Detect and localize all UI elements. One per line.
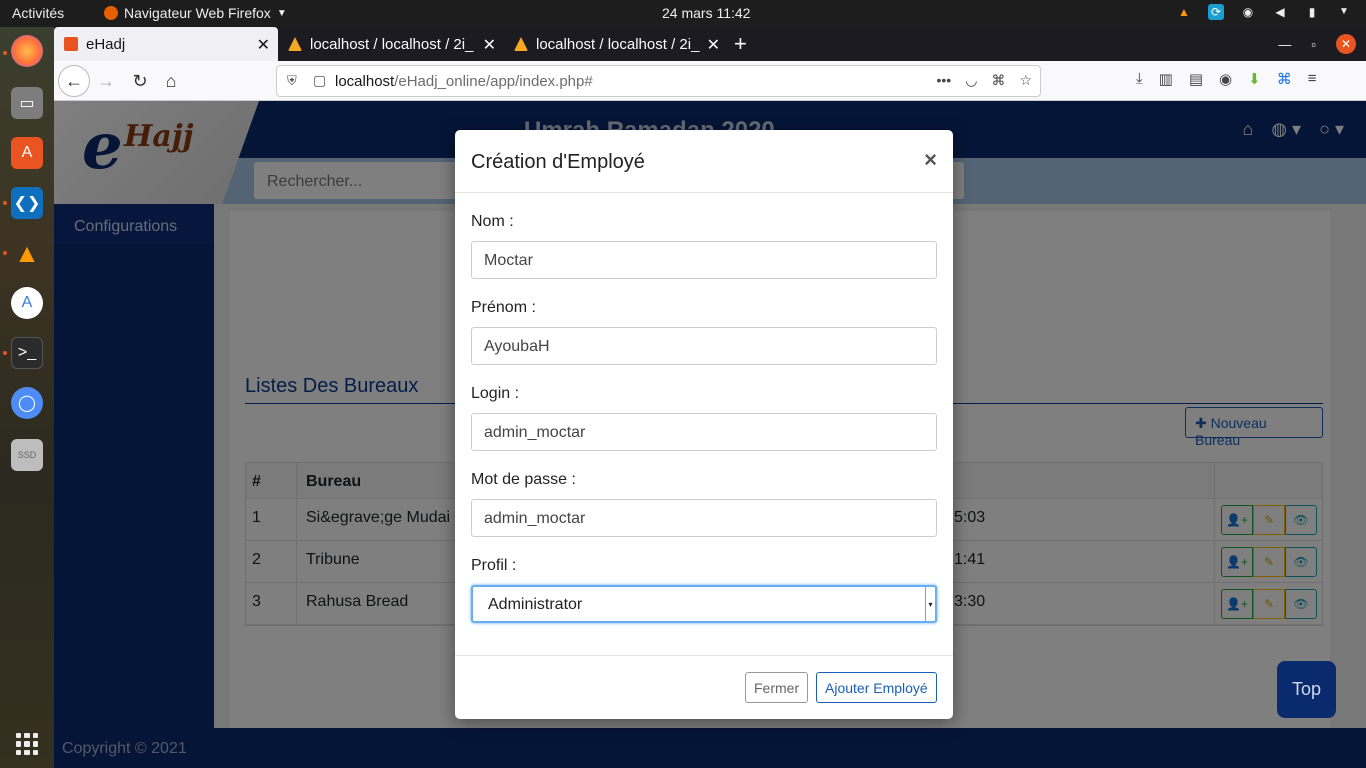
- create-employee-modal: Création d'Employé × Nom : Moctar Prénom…: [455, 130, 953, 719]
- bookmark-star-icon[interactable]: ☆: [1019, 72, 1032, 89]
- window-controls: — ▫ ✕: [1278, 27, 1366, 61]
- firefox-icon: [104, 6, 118, 20]
- forward-arrow-icon[interactable]: →: [92, 67, 120, 95]
- tab-label: localhost / localhost / 2i_: [310, 35, 474, 53]
- chevron-down-icon: ▼: [276, 7, 287, 19]
- home-icon[interactable]: ⌂: [157, 67, 185, 95]
- tab-phpmyadmin-1[interactable]: localhost / localhost / 2i_ ✕: [278, 27, 504, 61]
- android-studio-icon[interactable]: A: [11, 287, 43, 319]
- navigation-toolbar: ← → ↻ ⌂ ⛨ ▢ localhost/eHadj_online/app/i…: [54, 61, 1366, 101]
- scroll-top-button[interactable]: Top: [1277, 661, 1336, 718]
- more-actions-icon[interactable]: •••: [937, 72, 952, 89]
- maximize-icon[interactable]: ▫: [1311, 37, 1316, 52]
- running-indicator: [3, 251, 7, 255]
- close-button[interactable]: Fermer: [745, 672, 808, 703]
- minimize-icon[interactable]: —: [1278, 37, 1291, 52]
- chevron-down-icon[interactable]: ▾: [925, 587, 935, 621]
- library-icon[interactable]: ▥: [1159, 70, 1173, 88]
- volume-icon[interactable]: ◀: [1272, 4, 1288, 20]
- modal-header: Création d'Employé ×: [455, 130, 953, 193]
- system-top-bar: Activités Navigateur Web Firefox ▼ 24 ma…: [0, 0, 1366, 27]
- nom-input[interactable]: Moctar: [471, 241, 937, 279]
- running-indicator: [3, 51, 7, 55]
- software-center-icon[interactable]: A: [11, 137, 43, 169]
- profil-label: Profil :: [471, 557, 517, 574]
- app-menu[interactable]: Navigateur Web Firefox ▼: [104, 5, 287, 21]
- vlc-icon[interactable]: ▲: [11, 237, 43, 269]
- chromium-icon[interactable]: ◯: [11, 387, 43, 419]
- extension-download-icon[interactable]: ⬇: [1248, 70, 1261, 88]
- download-icon[interactable]: ⤓: [1136, 70, 1143, 88]
- firefox-icon[interactable]: [11, 35, 43, 67]
- password-input[interactable]: admin_moctar: [471, 499, 937, 537]
- translate-icon[interactable]: ⌘: [991, 72, 1005, 89]
- toolbar-icons: ⤓ ▥ ▤ ◉ ⬇ ⌘ ≡: [1136, 70, 1316, 88]
- files-icon[interactable]: ▭: [11, 87, 43, 119]
- tab-phpmyadmin-2[interactable]: localhost / localhost / 2i_ ✕: [504, 27, 728, 61]
- back-arrow-icon[interactable]: ←: [58, 65, 90, 97]
- chevron-down-icon[interactable]: ▼: [1336, 4, 1352, 20]
- login-label: Login :: [471, 385, 520, 402]
- shield-icon[interactable]: ⛨: [287, 73, 297, 89]
- new-tab-icon[interactable]: +: [734, 31, 747, 57]
- dock: ▭ A ❮❯ ▲ A >_ ◯ SSD: [0, 27, 54, 768]
- ssd-drive-icon[interactable]: SSD: [11, 439, 43, 471]
- prenom-input[interactable]: AyoubaH: [471, 327, 937, 365]
- address-bar[interactable]: ⛨ ▢ localhost/eHadj_online/app/index.php…: [276, 65, 1041, 97]
- profil-selected-value: Administrator: [488, 596, 583, 613]
- add-employee-button[interactable]: Ajouter Employé: [816, 672, 937, 703]
- modal-title: Création d'Employé: [471, 151, 645, 173]
- app-menu-label: Navigateur Web Firefox: [124, 5, 271, 21]
- show-applications-icon[interactable]: [16, 733, 38, 755]
- phpmyadmin-favicon: [288, 37, 302, 51]
- firefox-window: eHadj ✕ localhost / localhost / 2i_ ✕ lo…: [54, 27, 1366, 101]
- phpmyadmin-favicon: [514, 37, 528, 51]
- tab-strip: eHadj ✕ localhost / localhost / 2i_ ✕ lo…: [54, 27, 1366, 61]
- extension-translate-icon[interactable]: ⌘: [1277, 70, 1292, 88]
- terminal-icon[interactable]: >_: [11, 337, 43, 369]
- tab-ehadj[interactable]: eHadj ✕: [54, 27, 278, 61]
- system-tray[interactable]: ▲ ⟳ ◉ ◀ ▮ ▼: [1176, 4, 1352, 20]
- tab-label: localhost / localhost / 2i_: [536, 35, 700, 53]
- activities-button[interactable]: Activités: [12, 5, 64, 21]
- modal-footer-divider: [455, 655, 953, 656]
- profil-select[interactable]: Administrator ▾: [471, 585, 937, 623]
- pocket-icon[interactable]: ◡: [965, 72, 977, 89]
- close-icon[interactable]: ×: [924, 147, 937, 173]
- close-tab-icon[interactable]: ✕: [707, 35, 720, 55]
- vscode-icon[interactable]: ❮❯: [11, 187, 43, 219]
- url-text[interactable]: localhost/eHadj_online/app/index.php#: [335, 73, 593, 90]
- sidebar-icon[interactable]: ▤: [1189, 70, 1203, 88]
- ehadj-favicon: [64, 37, 78, 51]
- battery-icon[interactable]: ▮: [1304, 4, 1320, 20]
- running-indicator: [3, 201, 7, 205]
- vlc-tray-icon[interactable]: ▲: [1176, 4, 1192, 20]
- sync-tray-icon[interactable]: ⟳: [1208, 4, 1224, 20]
- page-actions: ••• ◡ ⌘ ☆: [937, 72, 1033, 89]
- hamburger-menu-icon[interactable]: ≡: [1308, 70, 1317, 88]
- login-input[interactable]: admin_moctar: [471, 413, 937, 451]
- page-info-icon[interactable]: ▢: [313, 72, 326, 89]
- password-label: Mot de passe :: [471, 471, 576, 488]
- close-window-icon[interactable]: ✕: [1336, 34, 1356, 54]
- running-indicator: [3, 351, 7, 355]
- nom-label: Nom :: [471, 213, 514, 230]
- prenom-label: Prénom :: [471, 299, 536, 316]
- clock[interactable]: 24 mars 11:42: [662, 5, 750, 21]
- reload-icon[interactable]: ↻: [126, 67, 154, 95]
- tab-label: eHadj: [86, 35, 126, 53]
- account-icon[interactable]: ◉: [1219, 70, 1232, 88]
- close-tab-icon[interactable]: ✕: [483, 35, 496, 55]
- wifi-icon[interactable]: ◉: [1240, 4, 1256, 20]
- close-tab-icon[interactable]: ✕: [257, 35, 270, 55]
